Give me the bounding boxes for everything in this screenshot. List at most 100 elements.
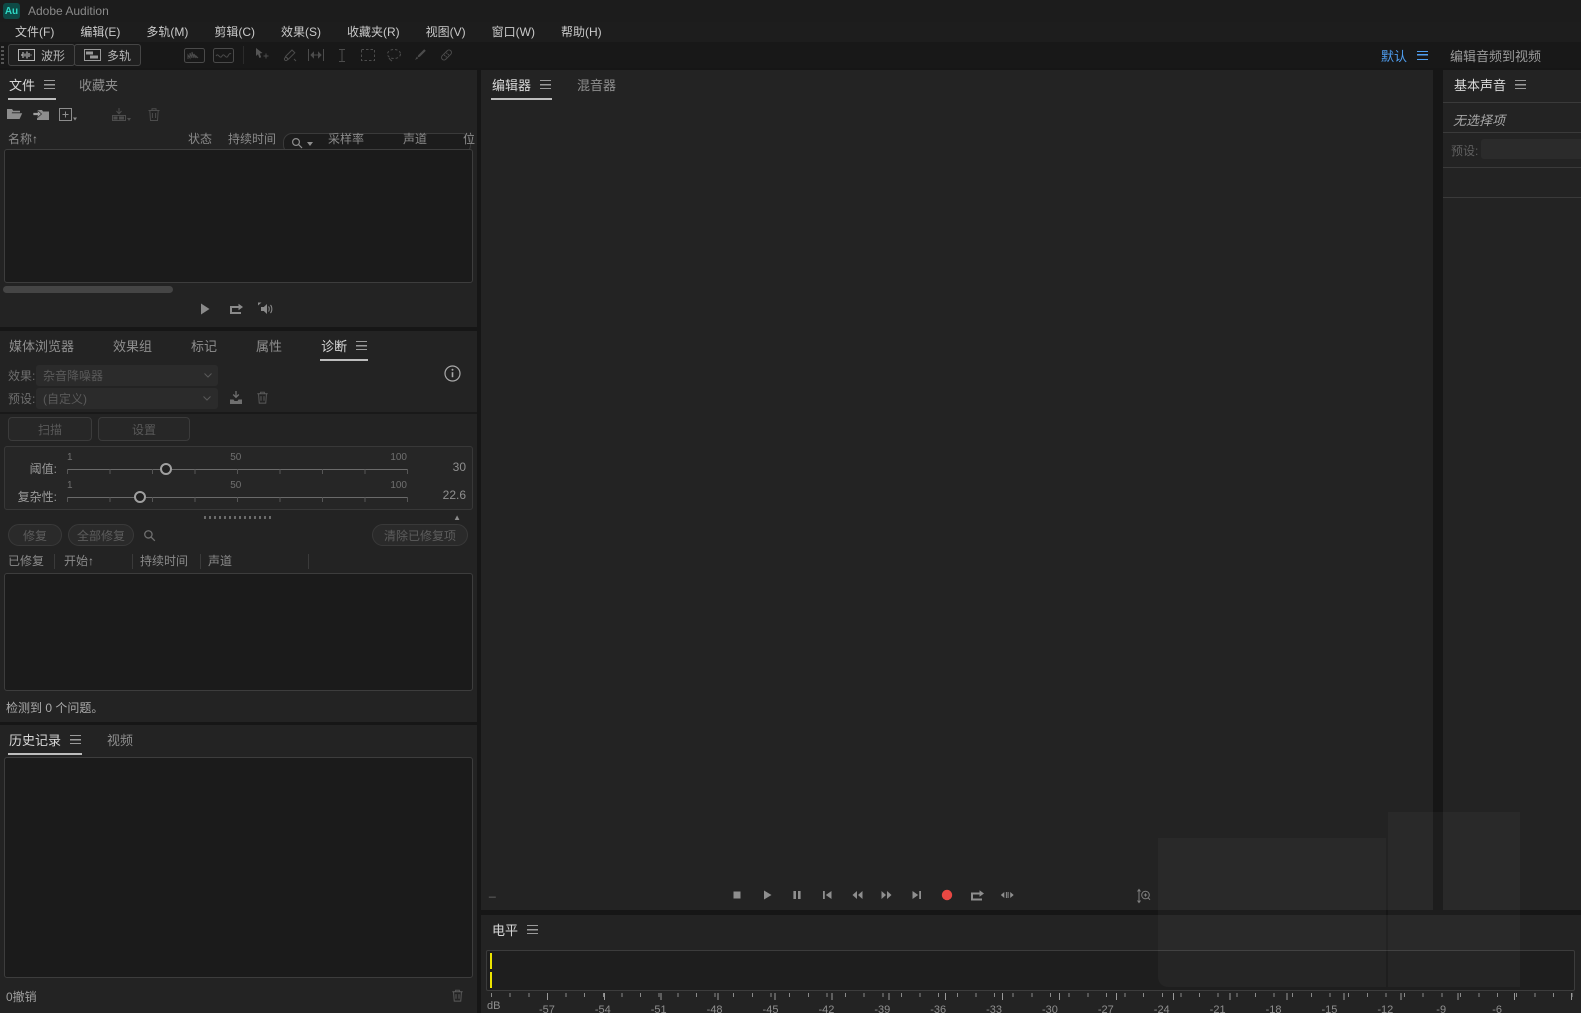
menu-item[interactable]: 视图(V) bbox=[413, 22, 479, 42]
column-separator[interactable] bbox=[308, 554, 309, 569]
pause-button[interactable] bbox=[785, 883, 809, 907]
tab-favorites[interactable]: 收藏夹 bbox=[78, 70, 119, 100]
scrollbar-thumb[interactable] bbox=[3, 286, 173, 293]
diagnostics-info-button[interactable] bbox=[440, 363, 464, 383]
menu-item[interactable]: 窗口(W) bbox=[479, 22, 548, 42]
panel-menu-icon[interactable] bbox=[44, 80, 56, 89]
paintbrush-tool-button[interactable] bbox=[408, 45, 432, 65]
menu-item[interactable]: 多轨(M) bbox=[133, 22, 201, 42]
column-separator[interactable] bbox=[132, 554, 133, 569]
editor-canvas[interactable] bbox=[481, 100, 1433, 880]
insert-into-multitrack-button[interactable] bbox=[109, 104, 133, 124]
effect-dropdown[interactable]: 杂音降噪器 bbox=[36, 364, 218, 386]
auto-play-button[interactable] bbox=[254, 299, 278, 319]
column-sample-rate[interactable]: 采样率 bbox=[328, 130, 364, 147]
panel-menu-icon[interactable] bbox=[70, 735, 82, 744]
import-file-button[interactable] bbox=[29, 104, 53, 124]
record-button[interactable] bbox=[935, 883, 959, 907]
fix-all-button[interactable]: 全部修复 bbox=[68, 524, 134, 546]
column-status[interactable]: 状态 bbox=[188, 130, 212, 147]
panel-menu-icon[interactable] bbox=[540, 80, 552, 89]
panel-menu-icon[interactable] bbox=[1515, 80, 1527, 89]
skip-to-start-button[interactable] bbox=[815, 883, 839, 907]
menu-item[interactable]: 剪辑(C) bbox=[201, 22, 268, 42]
menu-item[interactable]: 文件(F) bbox=[2, 22, 67, 42]
settings-button[interactable]: 设置 bbox=[98, 417, 190, 441]
preview-play-button[interactable] bbox=[193, 299, 217, 319]
tab-mixer[interactable]: 混音器 bbox=[576, 70, 617, 100]
tab-properties[interactable]: 属性 bbox=[255, 331, 283, 361]
fix-button[interactable]: 修复 bbox=[8, 524, 62, 546]
splitter-grip[interactable] bbox=[203, 516, 274, 519]
save-preset-button[interactable] bbox=[224, 387, 248, 407]
delete-file-button[interactable] bbox=[142, 104, 166, 124]
skip-selection-button[interactable] bbox=[995, 883, 1019, 907]
tab-video[interactable]: 视频 bbox=[106, 725, 134, 755]
tab-diagnostics[interactable]: 诊断 bbox=[320, 331, 369, 361]
panel-menu-icon[interactable] bbox=[527, 925, 539, 934]
slider-knob[interactable] bbox=[134, 491, 147, 503]
complexity-slider[interactable]: 1 50 100 bbox=[67, 480, 409, 506]
issue-search-button[interactable] bbox=[138, 526, 162, 546]
tab-files[interactable]: 文件 bbox=[8, 70, 57, 100]
menu-item[interactable]: 效果(S) bbox=[268, 22, 334, 42]
column-separator[interactable] bbox=[200, 554, 201, 569]
time-selection-tool-button[interactable] bbox=[330, 45, 354, 65]
loop-playback-button[interactable] bbox=[965, 883, 989, 907]
skip-to-end-button[interactable] bbox=[905, 883, 929, 907]
column-duration[interactable]: 持续时间 bbox=[140, 552, 188, 569]
spectral-display-toggle[interactable] bbox=[211, 45, 235, 65]
workspace-edit-audio-to-video-button[interactable]: 编辑音频到视频 bbox=[1450, 46, 1541, 65]
column-duration[interactable]: 持续时间 bbox=[228, 130, 276, 147]
menu-item[interactable]: 编辑(E) bbox=[67, 22, 133, 42]
column-start[interactable]: 开始↑ bbox=[64, 552, 94, 569]
delete-preset-button[interactable] bbox=[250, 387, 274, 407]
column-channel[interactable]: 声道 bbox=[208, 552, 232, 569]
rewind-button[interactable] bbox=[845, 883, 869, 907]
lasso-selection-tool-button[interactable] bbox=[382, 45, 406, 65]
razor-tool-button[interactable] bbox=[278, 45, 302, 65]
preset-dropdown[interactable]: (自定义) bbox=[36, 387, 218, 409]
essential-preset-dropdown[interactable] bbox=[1481, 139, 1581, 159]
clear-fixed-button[interactable]: 清除已修复项 bbox=[372, 524, 468, 546]
open-file-button[interactable] bbox=[2, 104, 26, 124]
vertical-zoom-button[interactable] bbox=[1131, 884, 1155, 908]
tab-history[interactable]: 历史记录 bbox=[8, 725, 83, 755]
waveform-display-toggle[interactable] bbox=[182, 45, 206, 65]
tab-editor[interactable]: 编辑器 bbox=[491, 70, 553, 100]
column-channels[interactable]: 声道 bbox=[403, 130, 427, 147]
tab-media-browser[interactable]: 媒体浏览器 bbox=[8, 331, 75, 361]
play-button[interactable] bbox=[755, 883, 779, 907]
fast-forward-button[interactable] bbox=[875, 883, 899, 907]
slip-tool-button[interactable] bbox=[304, 45, 328, 65]
marquee-selection-tool-button[interactable] bbox=[356, 45, 380, 65]
editor-tabbar: 编辑器 混音器 bbox=[481, 70, 1433, 100]
panel-splitter[interactable]: ▲ bbox=[0, 512, 477, 523]
tab-effects-rack[interactable]: 效果组 bbox=[112, 331, 153, 361]
scan-button[interactable]: 扫描 bbox=[8, 417, 92, 441]
tab-markers[interactable]: 标记 bbox=[190, 331, 218, 361]
waveform-mode-button[interactable]: 波形 bbox=[8, 44, 76, 66]
multitrack-mode-button[interactable]: 多轨 bbox=[74, 44, 142, 66]
collapse-arrow-icon[interactable]: ▲ bbox=[453, 513, 461, 522]
menu-item[interactable]: 收藏夹(R) bbox=[334, 22, 413, 42]
toolbar-grip[interactable] bbox=[1, 46, 4, 64]
column-fixed[interactable]: 已修复 bbox=[8, 552, 44, 569]
workspace-default-button[interactable]: 默认 bbox=[1381, 46, 1428, 65]
clear-history-button[interactable] bbox=[445, 985, 469, 1005]
menu-item[interactable]: 帮助(H) bbox=[548, 22, 615, 42]
threshold-slider[interactable]: 1 50 100 bbox=[67, 452, 409, 478]
column-name[interactable]: 名称↑ bbox=[8, 130, 38, 147]
column-bits[interactable]: 位 bbox=[463, 130, 475, 147]
slider-knob[interactable] bbox=[159, 463, 172, 475]
panel-menu-icon[interactable] bbox=[356, 341, 368, 350]
preview-loop-button[interactable] bbox=[224, 299, 248, 319]
spot-healing-brush-tool-button[interactable] bbox=[434, 45, 458, 65]
workspace-menu-icon[interactable] bbox=[1416, 50, 1428, 60]
tab-essential-sound[interactable]: 基本声音 bbox=[1453, 70, 1527, 100]
tab-levels[interactable]: 电平 bbox=[491, 915, 539, 945]
stop-button[interactable] bbox=[725, 883, 749, 907]
column-separator[interactable] bbox=[54, 554, 55, 569]
move-tool-button[interactable] bbox=[250, 45, 274, 65]
new-item-button[interactable] bbox=[55, 104, 79, 124]
